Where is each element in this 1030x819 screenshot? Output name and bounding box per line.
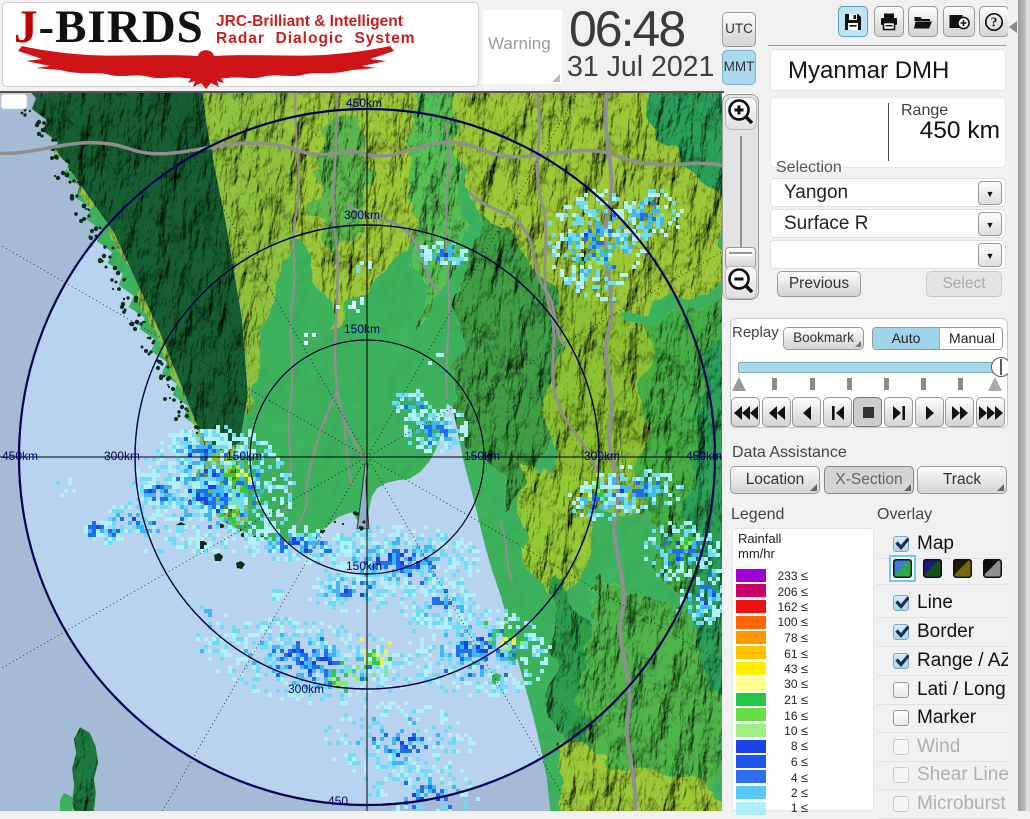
svg-text:150km: 150km [464,449,500,463]
svg-text:300km: 300km [344,208,380,222]
svg-text:450km: 450km [346,96,382,110]
svg-text:150km: 150km [226,449,262,463]
svg-text:300km: 300km [104,449,140,463]
svg-text:150km: 150km [344,322,380,336]
svg-text:150km: 150km [346,559,382,573]
svg-text:?: ? [991,15,998,30]
svg-text:300km: 300km [584,449,620,463]
svg-text:450km: 450km [2,449,38,463]
svg-text:450km: 450km [686,449,722,463]
svg-text:300km: 300km [288,682,324,696]
svg-text:450: 450 [328,794,348,808]
